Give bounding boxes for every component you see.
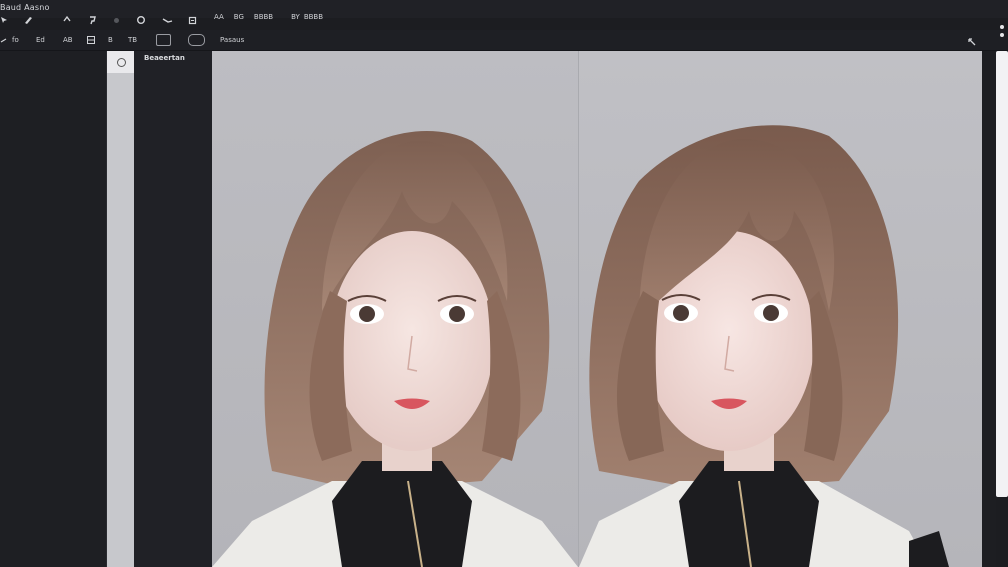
menu-item[interactable]: BG — [234, 13, 244, 21]
pin-icon[interactable] — [966, 33, 978, 46]
options-toolbar: fo Ed AB B TB Pasaus — [0, 30, 1008, 51]
toolbar-item[interactable]: TB — [128, 34, 137, 46]
toolbar-item[interactable]: fo — [12, 34, 19, 46]
menu-item[interactable]: BY — [291, 13, 300, 21]
app-title: Baud Aasno — [0, 3, 50, 12]
menu-item[interactable]: AA — [214, 13, 224, 21]
paint-bucket-icon[interactable] — [110, 14, 122, 26]
tools-panel — [0, 51, 106, 567]
more-options-icon[interactable] — [1000, 25, 1008, 45]
toolbar-item[interactable]: B — [108, 34, 113, 46]
rectangle-shape-icon[interactable] — [156, 34, 171, 46]
rounded-shape-icon[interactable] — [188, 34, 205, 46]
layers-panel-title: Beaeertan — [144, 54, 185, 62]
panel-scrollbar[interactable] — [106, 51, 135, 567]
image-canvas[interactable] — [212, 51, 982, 567]
toolbar-item[interactable]: AB — [63, 34, 73, 46]
layers-panel: Beaeertan — [134, 51, 212, 567]
menu-item[interactable]: BBBB — [304, 13, 323, 21]
circle-icon — [116, 57, 126, 67]
right-side-panel[interactable] — [996, 51, 1008, 497]
menu-labels: AA BG BBBB BY BBBB — [214, 13, 323, 21]
rotate-icon[interactable] — [135, 14, 147, 26]
scroll-cap[interactable] — [107, 51, 135, 73]
menu-item[interactable]: BBBB — [254, 13, 273, 21]
crop-icon[interactable] — [186, 14, 198, 26]
portrait-image-left — [212, 51, 578, 567]
pen-icon[interactable] — [161, 14, 173, 26]
right-gutter — [982, 51, 996, 567]
toolbar-extra-label[interactable]: Pasaus — [220, 34, 244, 46]
lasso-icon[interactable] — [61, 14, 73, 26]
grid-icon[interactable] — [86, 34, 96, 46]
text-tool-icon[interactable] — [86, 14, 98, 26]
tool-icons-row — [0, 14, 220, 28]
brush-icon[interactable] — [22, 14, 34, 26]
arrow-icon[interactable] — [0, 34, 8, 46]
toolbar-item[interactable]: Ed — [36, 34, 45, 46]
pointer-icon[interactable] — [0, 14, 10, 26]
portrait-image-right — [579, 51, 982, 567]
app-window: Baud Aasno AA BG BBBB BY BBBB fo Ed AB B… — [0, 0, 1008, 567]
